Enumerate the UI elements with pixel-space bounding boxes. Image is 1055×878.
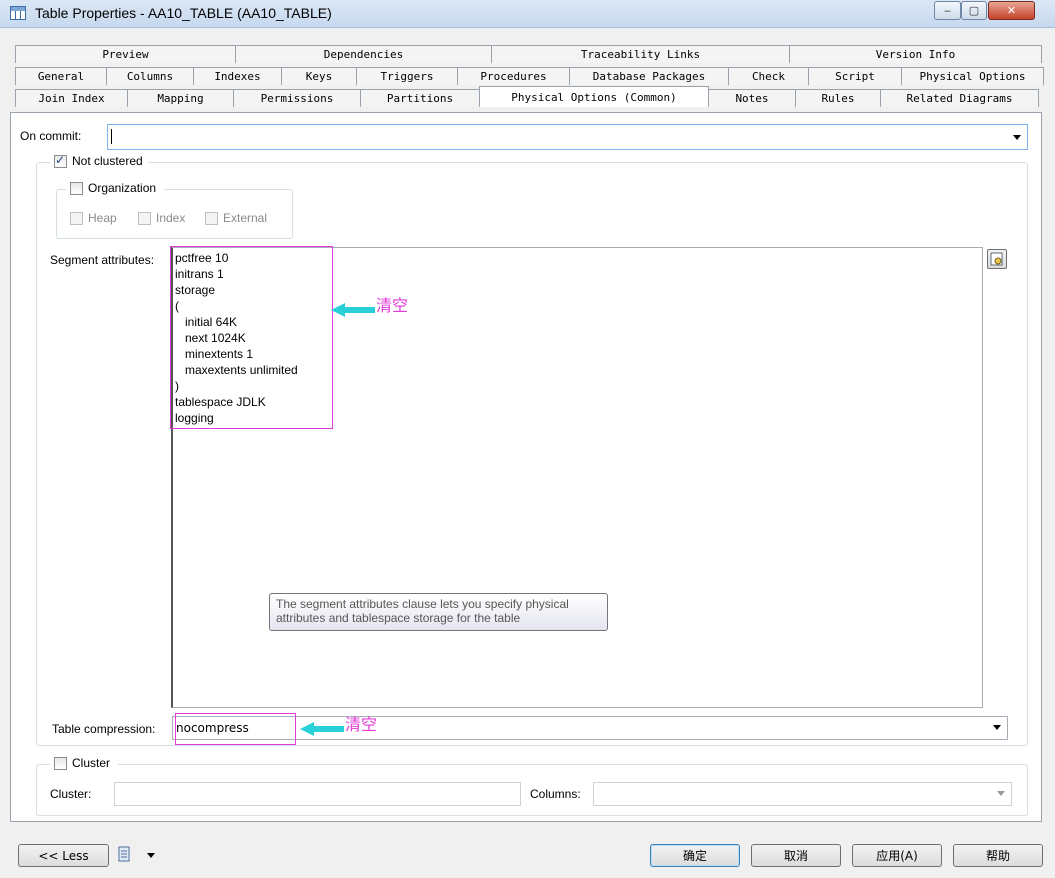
tab-physical-options[interactable]: Physical Options xyxy=(901,67,1044,85)
minimize-button[interactable]: ‒ xyxy=(934,1,961,20)
tab-indexes[interactable]: Indexes xyxy=(193,67,282,85)
less-button[interactable]: << Less xyxy=(18,844,109,867)
maximize-button[interactable]: ▢ xyxy=(961,1,987,20)
index-checkbox[interactable] xyxy=(138,212,151,225)
tab-row-3: Join Index Mapping Permissions Partition… xyxy=(15,86,1039,107)
tab-traceability-links[interactable]: Traceability Links xyxy=(491,45,790,63)
edit-document-icon xyxy=(990,252,1003,266)
not-clustered-checkbox[interactable] xyxy=(54,153,67,168)
tab-mapping[interactable]: Mapping xyxy=(127,89,234,107)
segment-attributes-label: Segment attributes: xyxy=(50,253,155,267)
annotation-arrow-icon xyxy=(331,303,375,317)
close-button[interactable]: ✕ xyxy=(988,1,1035,20)
tab-triggers[interactable]: Triggers xyxy=(356,67,458,85)
apply-button[interactable]: 应用(A) xyxy=(852,844,942,867)
chevron-down-icon xyxy=(997,791,1005,796)
tab-notes[interactable]: Notes xyxy=(708,89,796,107)
tab-script[interactable]: Script xyxy=(808,67,902,85)
tab-columns[interactable]: Columns xyxy=(106,67,194,85)
organization-checkbox[interactable] xyxy=(70,182,83,195)
table-compression-label: Table compression: xyxy=(52,722,156,736)
table-compression-select[interactable]: nocompress xyxy=(172,716,1008,740)
tab-keys[interactable]: Keys xyxy=(281,67,357,85)
organization-label: Organization xyxy=(88,181,157,195)
on-commit-select[interactable] xyxy=(107,124,1028,150)
cluster-input[interactable] xyxy=(114,782,521,806)
tab-related-diagrams[interactable]: Related Diagrams xyxy=(880,89,1039,107)
segment-tooltip: The segment attributes clause lets you s… xyxy=(269,593,608,631)
cancel-button[interactable]: 取消 xyxy=(751,844,841,867)
help-button[interactable]: 帮助 xyxy=(953,844,1043,867)
highlight-box-segment xyxy=(170,246,333,429)
tab-general[interactable]: General xyxy=(15,67,107,85)
title-bar: Table Properties - AA10_TABLE (AA10_TABL… xyxy=(0,0,1055,28)
tab-rules[interactable]: Rules xyxy=(795,89,881,107)
heap-label: Heap xyxy=(88,211,117,225)
tab-database-packages[interactable]: Database Packages xyxy=(569,67,729,85)
tab-version-info[interactable]: Version Info xyxy=(789,45,1042,63)
annotation-note-segment: 清空 xyxy=(376,296,409,315)
list-view-icon xyxy=(118,846,155,862)
heap-checkbox[interactable] xyxy=(70,212,83,225)
tab-check[interactable]: Check xyxy=(728,67,809,85)
table-icon xyxy=(10,6,26,20)
view-menu-button[interactable] xyxy=(117,845,157,865)
columns-label: Columns: xyxy=(530,787,581,801)
tab-partitions[interactable]: Partitions xyxy=(360,89,480,107)
annotation-note-compression: 清空 xyxy=(345,715,378,734)
not-clustered-label: Not clustered xyxy=(72,154,143,168)
highlight-box-compression xyxy=(175,713,296,745)
ok-button[interactable]: 确定 xyxy=(650,844,740,867)
tab-physical-options-common[interactable]: Physical Options (Common) xyxy=(479,86,709,107)
text-cursor xyxy=(111,129,112,144)
tab-permissions[interactable]: Permissions xyxy=(233,89,361,107)
tab-row-1: Preview Dependencies Traceability Links … xyxy=(15,45,1042,63)
external-checkbox[interactable] xyxy=(205,212,218,225)
cluster-checkbox[interactable] xyxy=(54,757,67,770)
external-label: External xyxy=(223,211,268,225)
columns-select[interactable] xyxy=(593,782,1012,806)
cluster-label: Cluster: xyxy=(50,787,92,801)
tab-preview[interactable]: Preview xyxy=(15,45,236,63)
window-title: Table Properties - AA10_TABLE (AA10_TABL… xyxy=(35,5,332,21)
index-label: Index xyxy=(156,211,186,225)
tab-dependencies[interactable]: Dependencies xyxy=(235,45,492,63)
chevron-down-icon xyxy=(1013,135,1021,140)
chevron-down-icon xyxy=(993,725,1001,730)
tab-procedures[interactable]: Procedures xyxy=(457,67,570,85)
tab-row-2: General Columns Indexes Keys Triggers Pr… xyxy=(15,67,1044,85)
cluster-group-label: Cluster xyxy=(72,756,111,770)
on-commit-label: On commit: xyxy=(20,129,82,143)
annotation-arrow-icon xyxy=(300,722,344,736)
edit-button[interactable] xyxy=(987,249,1007,269)
tab-join-index[interactable]: Join Index xyxy=(15,89,128,107)
